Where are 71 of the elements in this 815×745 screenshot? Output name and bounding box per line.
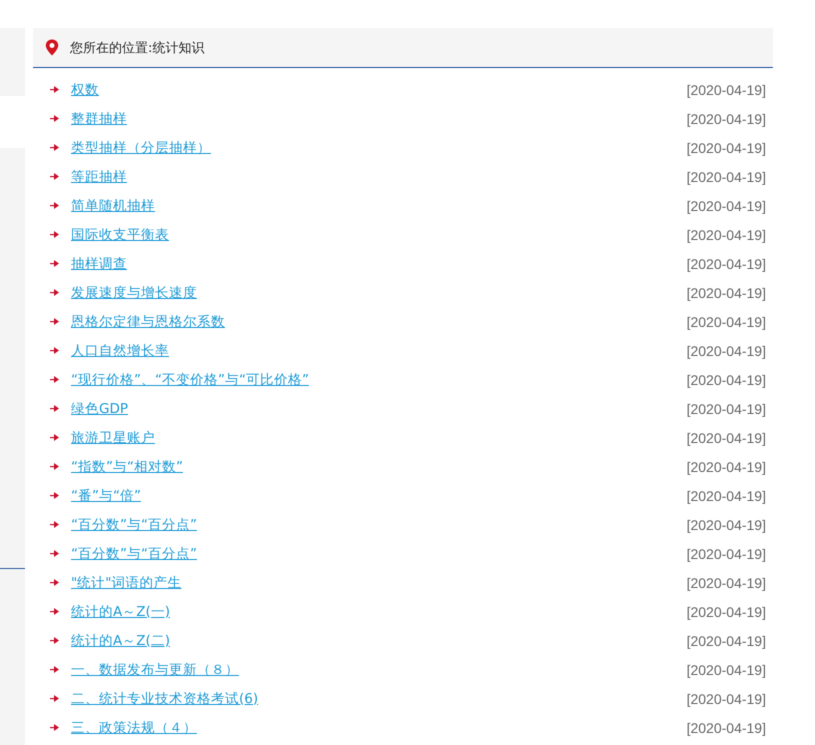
arrow-icon bbox=[50, 318, 59, 325]
article-link[interactable]: 旅游卫星账户 bbox=[71, 428, 155, 446]
article-date: [2020-04-19] bbox=[686, 372, 766, 388]
arrow-icon bbox=[50, 347, 59, 354]
article-link[interactable]: 国际收支平衡表 bbox=[71, 226, 169, 244]
arrow-icon bbox=[50, 463, 59, 470]
article-link[interactable]: 等距抽样 bbox=[71, 168, 127, 186]
article-link[interactable]: “现行价格”、“不变价格”与“可比价格” bbox=[71, 370, 309, 388]
arrow-icon bbox=[50, 405, 59, 412]
article-date: [2020-04-19] bbox=[686, 342, 766, 358]
article-date: [2020-04-19] bbox=[686, 284, 766, 300]
article-link[interactable]: 类型抽样（分层抽样） bbox=[71, 138, 211, 156]
arrow-icon bbox=[50, 173, 59, 180]
article-link[interactable]: “番”与“倍” bbox=[71, 486, 141, 504]
article-link[interactable]: 整群抽样 bbox=[71, 110, 127, 128]
article-link[interactable]: 简单随机抽样 bbox=[71, 196, 155, 214]
arrow-icon bbox=[50, 376, 59, 383]
arrow-icon bbox=[50, 434, 59, 441]
arrow-icon bbox=[50, 144, 59, 151]
article-date: [2020-04-19] bbox=[686, 400, 766, 416]
arrow-icon bbox=[50, 86, 59, 93]
arrow-icon bbox=[50, 550, 59, 557]
article-date: [2020-04-19] bbox=[686, 168, 766, 184]
article-date: [2020-04-19] bbox=[686, 604, 766, 620]
article-date: [2020-04-19] bbox=[686, 256, 766, 272]
arrow-icon bbox=[50, 666, 59, 673]
article-link[interactable]: 统计的A～Z(二) bbox=[71, 632, 170, 650]
article-date: [2020-04-19] bbox=[686, 198, 766, 214]
arrow-icon bbox=[50, 260, 59, 267]
article-date: [2020-04-19] bbox=[686, 632, 766, 648]
article-date: [2020-04-19] bbox=[686, 458, 766, 474]
breadcrumb-text: 您所在的位置:统计知识 bbox=[70, 40, 204, 56]
article-date: [2020-04-19] bbox=[686, 720, 766, 736]
arrow-icon bbox=[50, 492, 59, 499]
article-link[interactable]: 绿色GDP bbox=[71, 400, 128, 418]
article-date: [2020-04-19] bbox=[686, 82, 766, 98]
article-date: [2020-04-19] bbox=[686, 690, 766, 706]
arrow-icon bbox=[50, 521, 59, 528]
arrow-icon bbox=[50, 608, 59, 615]
article-link[interactable]: 权数 bbox=[71, 80, 99, 98]
article-date: [2020-04-19] bbox=[686, 546, 766, 562]
arrow-icon bbox=[50, 637, 59, 644]
arrow-icon bbox=[50, 695, 59, 702]
article-link[interactable]: 统计的A～Z(一) bbox=[71, 602, 170, 620]
article-date: [2020-04-19] bbox=[686, 140, 766, 156]
article-date: [2020-04-19] bbox=[686, 226, 766, 242]
arrow-icon bbox=[50, 231, 59, 238]
article-link[interactable]: "统计"词语的产生 bbox=[71, 574, 182, 592]
arrow-icon bbox=[50, 202, 59, 209]
article-link[interactable]: “百分数”与“百分点” bbox=[71, 516, 197, 534]
article-link[interactable]: 抽样调查 bbox=[71, 254, 127, 272]
article-link[interactable]: 二、统计专业技术资格考试(6) bbox=[71, 690, 258, 708]
article-link[interactable]: 恩格尔定律与恩格尔系数 bbox=[71, 312, 225, 330]
article-link[interactable]: 发展速度与增长速度 bbox=[71, 284, 197, 302]
arrow-icon bbox=[50, 115, 59, 122]
article-date: [2020-04-19] bbox=[686, 516, 766, 532]
article-date: [2020-04-19] bbox=[686, 488, 766, 504]
article-date: [2020-04-19] bbox=[686, 430, 766, 446]
article-date: [2020-04-19] bbox=[686, 662, 766, 678]
article-link[interactable]: 一、数据发布与更新（８） bbox=[71, 660, 239, 678]
article-date: [2020-04-19] bbox=[686, 110, 766, 126]
article-link[interactable]: “百分数”与“百分点” bbox=[71, 544, 197, 562]
article-link[interactable]: 人口自然增长率 bbox=[71, 342, 169, 360]
article-link[interactable]: “指数”与“相对数” bbox=[71, 458, 183, 476]
article-date: [2020-04-19] bbox=[686, 314, 766, 330]
arrow-icon bbox=[50, 579, 59, 586]
arrow-icon bbox=[50, 289, 59, 296]
article-link[interactable]: 三、政策法规（４） bbox=[71, 718, 197, 736]
arrow-icon bbox=[50, 724, 59, 731]
article-date: [2020-04-19] bbox=[686, 574, 766, 590]
location-pin-icon bbox=[45, 39, 59, 56]
